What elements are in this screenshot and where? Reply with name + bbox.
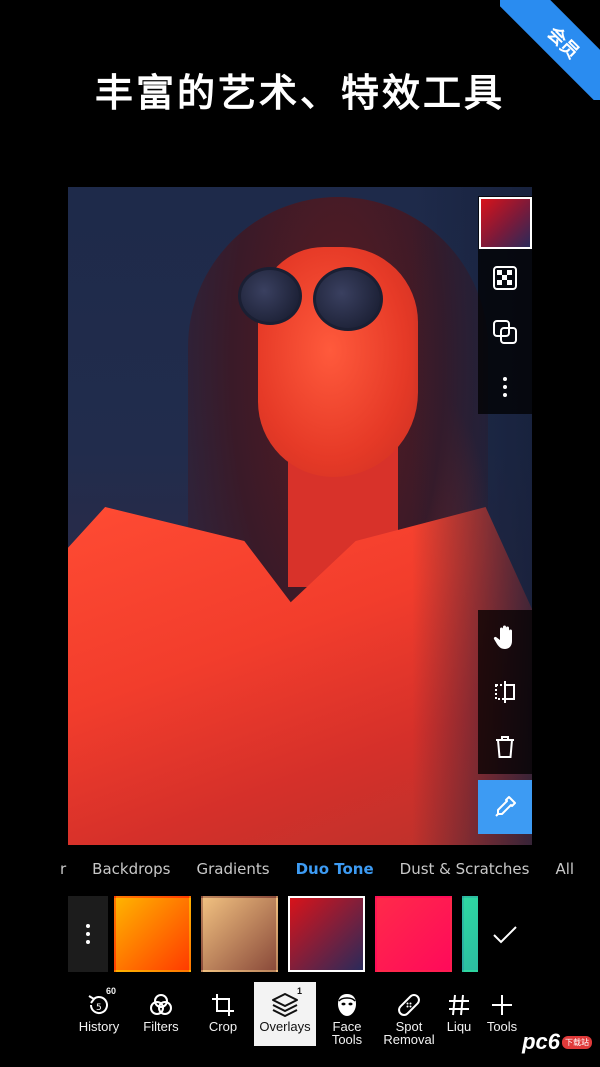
plus-icon <box>492 995 512 1015</box>
tool-label: History <box>78 1019 120 1034</box>
tool-label: Spot Removal <box>383 1019 435 1047</box>
preset-more-button[interactable] <box>68 896 108 972</box>
delete-button[interactable] <box>478 719 532 774</box>
blend-mode-button[interactable] <box>478 305 532 360</box>
tool-history[interactable]: 60 5 History <box>68 982 130 1046</box>
layers-icon <box>272 993 298 1017</box>
vertical-dots-icon <box>503 376 507 397</box>
checkmark-icon <box>493 926 517 944</box>
main-toolbar: 60 5 History Filters Crop 1 Overlays Fac… <box>68 982 538 1046</box>
vertical-dots-icon <box>86 924 90 944</box>
tool-tools[interactable]: Tools <box>478 982 526 1046</box>
crop-icon <box>212 994 234 1016</box>
watermark-sub: 下载站 <box>562 1035 592 1049</box>
tab-backdrops[interactable]: Backdrops <box>92 860 170 878</box>
eyedropper-button[interactable] <box>478 780 532 834</box>
tool-liquify[interactable]: Liqu <box>440 982 478 1046</box>
preset-thumb[interactable] <box>462 896 478 972</box>
bandage-icon <box>398 994 420 1016</box>
promo-headline: 丰富的艺术、特效工具 <box>94 71 505 115</box>
preset-strip <box>68 896 478 974</box>
face-icon <box>338 994 356 1016</box>
checkerboard-icon <box>493 265 517 290</box>
overlays-count-badge: 1 <box>296 986 302 996</box>
flip-icon <box>495 681 515 703</box>
tool-label: Face Tools <box>331 1019 363 1047</box>
svg-text:5: 5 <box>96 1003 102 1013</box>
tool-label: Overlays <box>259 1019 311 1034</box>
tool-spot-removal[interactable]: Spot Removal <box>378 982 440 1046</box>
tab-duo-tone[interactable]: Duo Tone <box>296 860 374 878</box>
more-options-button[interactable] <box>478 360 532 415</box>
preset-thumb[interactable] <box>201 896 278 972</box>
tool-crop[interactable]: Crop <box>192 982 254 1046</box>
tab-dust-scratches[interactable]: Dust & Scratches <box>400 860 530 878</box>
watermark-logo: pc6 <box>522 1029 560 1054</box>
apply-button[interactable] <box>478 896 532 974</box>
hand-icon <box>493 625 512 650</box>
tab-all[interactable]: All <box>555 860 574 878</box>
grid-hash-icon <box>449 994 469 1016</box>
tool-face-tools[interactable]: Face Tools <box>316 982 378 1046</box>
pan-hand-button[interactable] <box>478 610 532 665</box>
tool-label: Filters <box>143 1019 179 1034</box>
photo-canvas[interactable] <box>68 187 532 845</box>
preset-thumb[interactable] <box>375 896 452 972</box>
tool-label: Crop <box>208 1019 238 1034</box>
tab-gradients[interactable]: Gradients <box>196 860 269 878</box>
tool-label: Tools <box>486 1019 518 1034</box>
current-color-swatch[interactable] <box>478 196 532 251</box>
canvas-side-toolbar-bottom <box>478 610 532 774</box>
tool-filters[interactable]: Filters <box>130 982 192 1046</box>
overlay-category-tabs: r Backdrops Gradients Duo Tone Dust & Sc… <box>60 852 600 886</box>
color-swatch <box>478 197 532 250</box>
site-watermark: pc6 下载站 <box>522 1029 592 1055</box>
tool-overlays[interactable]: 1 Overlays <box>254 982 316 1046</box>
flip-button[interactable] <box>478 665 532 720</box>
filters-icon <box>150 994 172 1015</box>
photo-sunglass-right <box>313 267 383 331</box>
eyedropper-icon <box>495 796 516 817</box>
canvas-side-toolbar-top <box>478 196 532 414</box>
photo-sunglass-left <box>238 267 302 325</box>
preset-thumb[interactable] <box>288 896 365 972</box>
history-count-badge: 60 <box>105 986 116 996</box>
layers-overlap-icon <box>493 320 517 345</box>
transparency-toggle[interactable] <box>478 251 532 306</box>
preset-thumb[interactable] <box>114 896 191 972</box>
trash-icon <box>496 735 514 758</box>
tab-cut-off[interactable]: r <box>60 860 66 878</box>
tool-label: Liqu <box>446 1019 472 1034</box>
